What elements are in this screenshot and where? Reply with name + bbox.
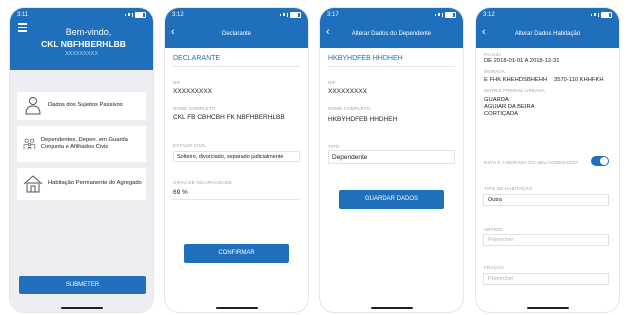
status-bar: 3:11: [10, 8, 153, 21]
house-icon: [23, 175, 43, 193]
toggle-label: ESTA É A MORADA DO SEU AGREGADO?: [484, 160, 579, 165]
civil-status-label: ESTADO CIVIL: [173, 143, 207, 148]
type-field[interactable]: Dependente: [328, 150, 455, 164]
nav-title: Alterar Dados Habitação: [514, 31, 581, 37]
card-label: Dependentes, Depen. em Guarda Conjunta e…: [40, 136, 128, 151]
habitation-type-label: TIPO DE HABITAÇÃO: [484, 186, 533, 191]
user-name: CKL NBFHBERHLBB: [41, 39, 126, 49]
article-input[interactable]: Preencher: [483, 234, 609, 246]
battery-icon: [135, 11, 146, 18]
nif-value: XXXXXXXXX: [328, 88, 368, 95]
address-postal: 3570-110 KHHFKH: [554, 77, 604, 83]
household-address-toggle[interactable]: [591, 156, 609, 166]
status-icons: [124, 11, 146, 18]
divider: [173, 199, 300, 200]
status-bar: 3:12: [165, 8, 308, 21]
civil-status-field[interactable]: Solteiro, divorciado, separado judicialm…: [173, 151, 300, 162]
period-label: Período: [484, 52, 502, 57]
habitation-screen: 3:12 ‹ Alterar Dados Habitação Período D…: [476, 8, 619, 312]
fraction-label: FRAÇÃO: [484, 265, 504, 270]
habitation-type-field[interactable]: Outra: [483, 194, 609, 206]
battery-icon: [601, 11, 612, 18]
urban-line: AGUIAR DA BEIRA: [484, 104, 535, 110]
section-title: HKBYHDFEB HHDHEH: [328, 55, 403, 62]
status-time: 3:11: [17, 11, 29, 18]
card-sujeitos-passivos[interactable]: Dados dos Sujeitos Passivos: [17, 92, 146, 120]
status-time: 3:12: [483, 11, 495, 18]
home-indicator: [526, 307, 569, 309]
name-label: NOME COMPLETO: [328, 106, 371, 111]
dependent-screen: 3:17 ‹ Alterar Dados do Dependente HKBYH…: [320, 8, 463, 312]
nif-label: NIF: [328, 80, 336, 85]
status-time: 3:12: [172, 11, 184, 18]
status-time: 3:17: [327, 11, 339, 18]
user-icon: [25, 97, 41, 115]
disability-label: GRAU DE INCAPACIDADE: [173, 180, 233, 185]
nav-title: Alterar Dados do Dependente: [351, 31, 432, 37]
card-habitacao[interactable]: Habitação Permanente do Agregado: [17, 168, 146, 200]
status-bar: 3:17: [320, 8, 463, 21]
battery-icon: [290, 11, 301, 18]
menu-icon[interactable]: [18, 23, 27, 34]
home-indicator: [215, 307, 258, 309]
card-dependentes[interactable]: Dependentes, Depen. em Guarda Conjunta e…: [17, 126, 146, 162]
home-indicator: [370, 307, 413, 309]
family-icon: [23, 138, 36, 150]
divider: [173, 66, 300, 67]
submit-button[interactable]: SUBMETER: [19, 276, 146, 294]
confirm-button[interactable]: CONFIRMAR: [184, 244, 289, 263]
address-line: E FHK KHEHDSBHEHH: [484, 77, 548, 83]
period-value: DE 2018-01-01 A 2018-12-31: [484, 58, 560, 64]
nif-label: NIF: [173, 80, 181, 85]
declarante-screen: 3:12 ‹ Declarante DECLARANTE NIF XXXXXXX…: [165, 8, 308, 312]
battery-icon: [445, 11, 456, 18]
status-bar: 3:12: [476, 8, 619, 21]
fraction-input[interactable]: Preencher: [483, 273, 609, 285]
divider: [328, 66, 455, 67]
save-button[interactable]: GUARDAR DADOS: [339, 190, 444, 209]
name-label: NOME COMPLETO: [173, 106, 216, 111]
section-title: DECLARANTE: [173, 55, 221, 62]
urban-line: CORTIÇADA: [484, 111, 519, 117]
home-indicator: [60, 307, 103, 309]
urban-matrix-label: MATRIZ PREDIAL URBANA: [484, 88, 545, 93]
name-value: HKBYHDFEB HHDHEH: [328, 116, 398, 123]
user-number: XXXXXXXXX: [64, 51, 99, 57]
welcome-text: Bem-vindo,: [65, 27, 112, 37]
home-screen: 3:11 Bem-vindo, CKL NBFHBERHLBB XXXXXXXX…: [10, 8, 153, 312]
name-value: CKL FB CBHCBH FK NBFHBERHLBB: [173, 114, 285, 121]
card-label: Dados dos Sujeitos Passivos: [48, 102, 123, 109]
address-label: MORADA: [484, 69, 505, 74]
disability-value[interactable]: 69 %: [173, 189, 188, 196]
article-label: ARTIGO: [484, 227, 503, 232]
card-label: Habitação Permanente do Agregado: [48, 180, 142, 187]
nif-value: XXXXXXXXX: [173, 88, 213, 95]
urban-line: GUARDA: [484, 97, 509, 103]
type-label: TIPO: [328, 144, 340, 149]
nav-title: Declarante: [221, 31, 251, 37]
